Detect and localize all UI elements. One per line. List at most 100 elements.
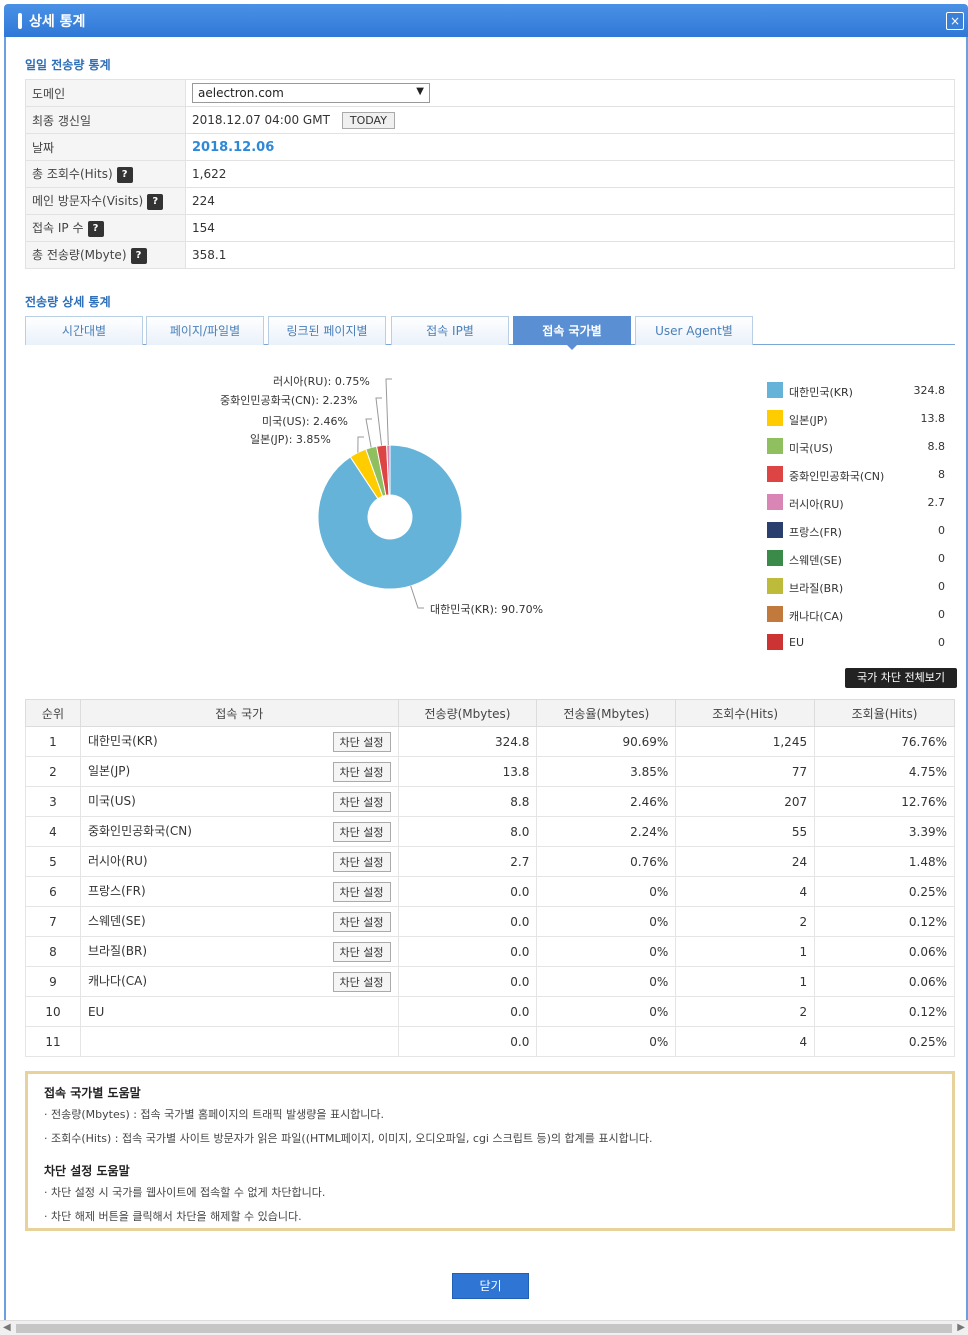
hrate-cell: 0.06%	[814, 936, 955, 967]
hits-cell: 77	[675, 756, 816, 787]
rank-cell: 9	[25, 966, 81, 997]
country-cell: 캐나다(CA) 차단 설정	[79, 966, 399, 997]
mbyte-value: 358.1	[185, 241, 955, 269]
mrate-cell: 0%	[536, 1026, 677, 1057]
detail-section-title: 전송량 상세 통계	[25, 295, 111, 309]
horizontal-scrollbar[interactable]: ◀ ▶	[0, 1320, 968, 1335]
scroll-left-icon[interactable]: ◀	[3, 1322, 11, 1333]
block-setting-button[interactable]: 차단 설정	[332, 821, 391, 842]
hrate-cell: 4.75%	[814, 756, 955, 787]
block-setting-button[interactable]: 차단 설정	[332, 971, 391, 992]
col-hrate: 조회율(Hits)	[814, 699, 955, 727]
help-question-icon[interactable]: ?	[116, 166, 133, 183]
country-table: 순위 접속 국가 전송량(Mbytes) 전송율(Mbytes) 조회수(Hit…	[25, 699, 955, 1057]
rank-cell: 3	[25, 786, 81, 817]
table-row: 10 EU 0.0 0% 2 0.12%	[25, 996, 955, 1027]
pie-leader-line	[375, 397, 383, 446]
legend-item: 러시아(RU) 2.7	[767, 492, 947, 512]
country-name: 캐나다(CA)	[87, 973, 148, 988]
block-setting-button[interactable]: 차단 설정	[332, 791, 391, 812]
hrate-cell: 0.25%	[814, 876, 955, 907]
legend-item: 프랑스(FR) 0	[767, 520, 947, 540]
legend-swatch	[767, 634, 783, 650]
table-row: 11 0.0 0% 4 0.25%	[25, 1026, 955, 1057]
mrate-cell: 2.24%	[536, 816, 677, 847]
table-row: 4 중화인민공화국(CN) 차단 설정 8.0 2.24% 55 3.39%	[25, 816, 955, 847]
col-mrate: 전송율(Mbytes)	[536, 699, 677, 727]
country-cell: 미국(US) 차단 설정	[79, 786, 399, 817]
mrate-cell: 3.85%	[536, 756, 677, 787]
legend-value: 8.8	[927, 440, 946, 453]
visits-value: 224	[185, 187, 955, 215]
rank-cell: 2	[25, 756, 81, 787]
block-setting-button[interactable]: 차단 설정	[332, 881, 391, 902]
daily-section-title: 일일 전송량 통계	[25, 58, 111, 72]
help-title-country: 접속 국가별 도움말	[44, 1086, 141, 1100]
legend-name: 러시아(RU)	[789, 498, 844, 511]
legend-name: 대한민국(KR)	[789, 386, 853, 399]
tab-by-ip[interactable]: 접속 IP별	[391, 316, 509, 345]
title-accent-icon	[18, 13, 22, 29]
help-question-icon[interactable]: ?	[147, 193, 164, 210]
hrate-cell: 12.76%	[814, 786, 955, 817]
legend-swatch	[767, 382, 783, 398]
legend-swatch	[767, 550, 783, 566]
country-cell	[79, 1026, 399, 1057]
rank-cell: 8	[25, 936, 81, 967]
scroll-right-icon[interactable]: ▶	[957, 1322, 965, 1333]
date-value[interactable]: 2018.12.06	[192, 140, 274, 155]
scrollbar-thumb[interactable]	[16, 1324, 952, 1333]
today-button[interactable]: TODAY	[341, 111, 395, 129]
block-all-countries-button[interactable]: 국가 차단 전체보기	[845, 668, 957, 688]
mbytes-cell: 0.0	[397, 876, 538, 907]
hits-cell: 4	[675, 876, 816, 907]
mbytes-cell: 0.0	[397, 1026, 538, 1057]
help-question-icon[interactable]: ?	[87, 220, 104, 237]
rank-cell: 5	[25, 846, 81, 877]
legend-value: 0	[938, 608, 945, 621]
tab-by-time[interactable]: 시간대별	[25, 316, 143, 345]
help-line: · 조회수(Hits) : 접속 국가별 사이트 방문자가 읽은 파일((HTM…	[44, 1132, 653, 1145]
domain-label: 도메인	[25, 79, 186, 107]
hits-value: 1,622	[185, 160, 955, 188]
country-name: 러시아(RU)	[87, 853, 148, 868]
pie-leader-line	[385, 378, 392, 446]
help-title-block: 차단 설정 도움말	[44, 1164, 130, 1178]
legend-value: 13.8	[920, 412, 946, 425]
block-setting-button[interactable]: 차단 설정	[332, 851, 391, 872]
chevron-down-icon: ▼	[416, 86, 424, 97]
country-name: 일본(JP)	[87, 763, 131, 778]
help-question-icon[interactable]: ?	[130, 247, 147, 264]
hits-cell: 4	[675, 1026, 816, 1057]
legend-name: EU	[789, 636, 805, 649]
mbytes-cell: 13.8	[397, 756, 538, 787]
close-icon[interactable]: ×	[946, 12, 964, 30]
window-title: 상세 통계	[29, 14, 86, 30]
domain-select[interactable]: aelectron.com ▼	[192, 83, 430, 103]
hits-label: 총 조회수(Hits)	[32, 167, 113, 182]
country-name: EU	[87, 1004, 105, 1019]
legend-item: 중화인민공화국(CN) 8	[767, 464, 947, 484]
tab-by-user-agent[interactable]: User Agent별	[635, 316, 753, 345]
help-line: · 전송량(Mbytes) : 접속 국가별 홈페이지의 트래픽 발생량을 표시…	[44, 1108, 385, 1121]
block-setting-button[interactable]: 차단 설정	[332, 911, 391, 932]
block-setting-button[interactable]: 차단 설정	[332, 731, 391, 752]
rank-cell: 4	[25, 816, 81, 847]
hits-cell: 2	[675, 996, 816, 1027]
mbytes-cell: 0.0	[397, 936, 538, 967]
mrate-cell: 2.46%	[536, 786, 677, 817]
hrate-cell: 76.76%	[814, 726, 955, 757]
close-button[interactable]: 닫기	[452, 1273, 529, 1299]
tab-by-linked-page[interactable]: 링크된 페이지별	[268, 316, 386, 345]
tab-by-page-file[interactable]: 페이지/파일별	[146, 316, 264, 345]
hrate-cell: 0.12%	[814, 996, 955, 1027]
block-setting-button[interactable]: 차단 설정	[332, 761, 391, 782]
hits-cell: 207	[675, 786, 816, 817]
mbytes-cell: 0.0	[397, 906, 538, 937]
legend-name: 중화인민공화국(CN)	[789, 470, 885, 483]
tab-by-country[interactable]: 접속 국가별	[513, 316, 631, 350]
legend-swatch	[767, 410, 783, 426]
block-setting-button[interactable]: 차단 설정	[332, 941, 391, 962]
rank-cell: 7	[25, 906, 81, 937]
help-box: 접속 국가별 도움말 · 전송량(Mbytes) : 접속 국가별 홈페이지의 …	[25, 1071, 955, 1231]
